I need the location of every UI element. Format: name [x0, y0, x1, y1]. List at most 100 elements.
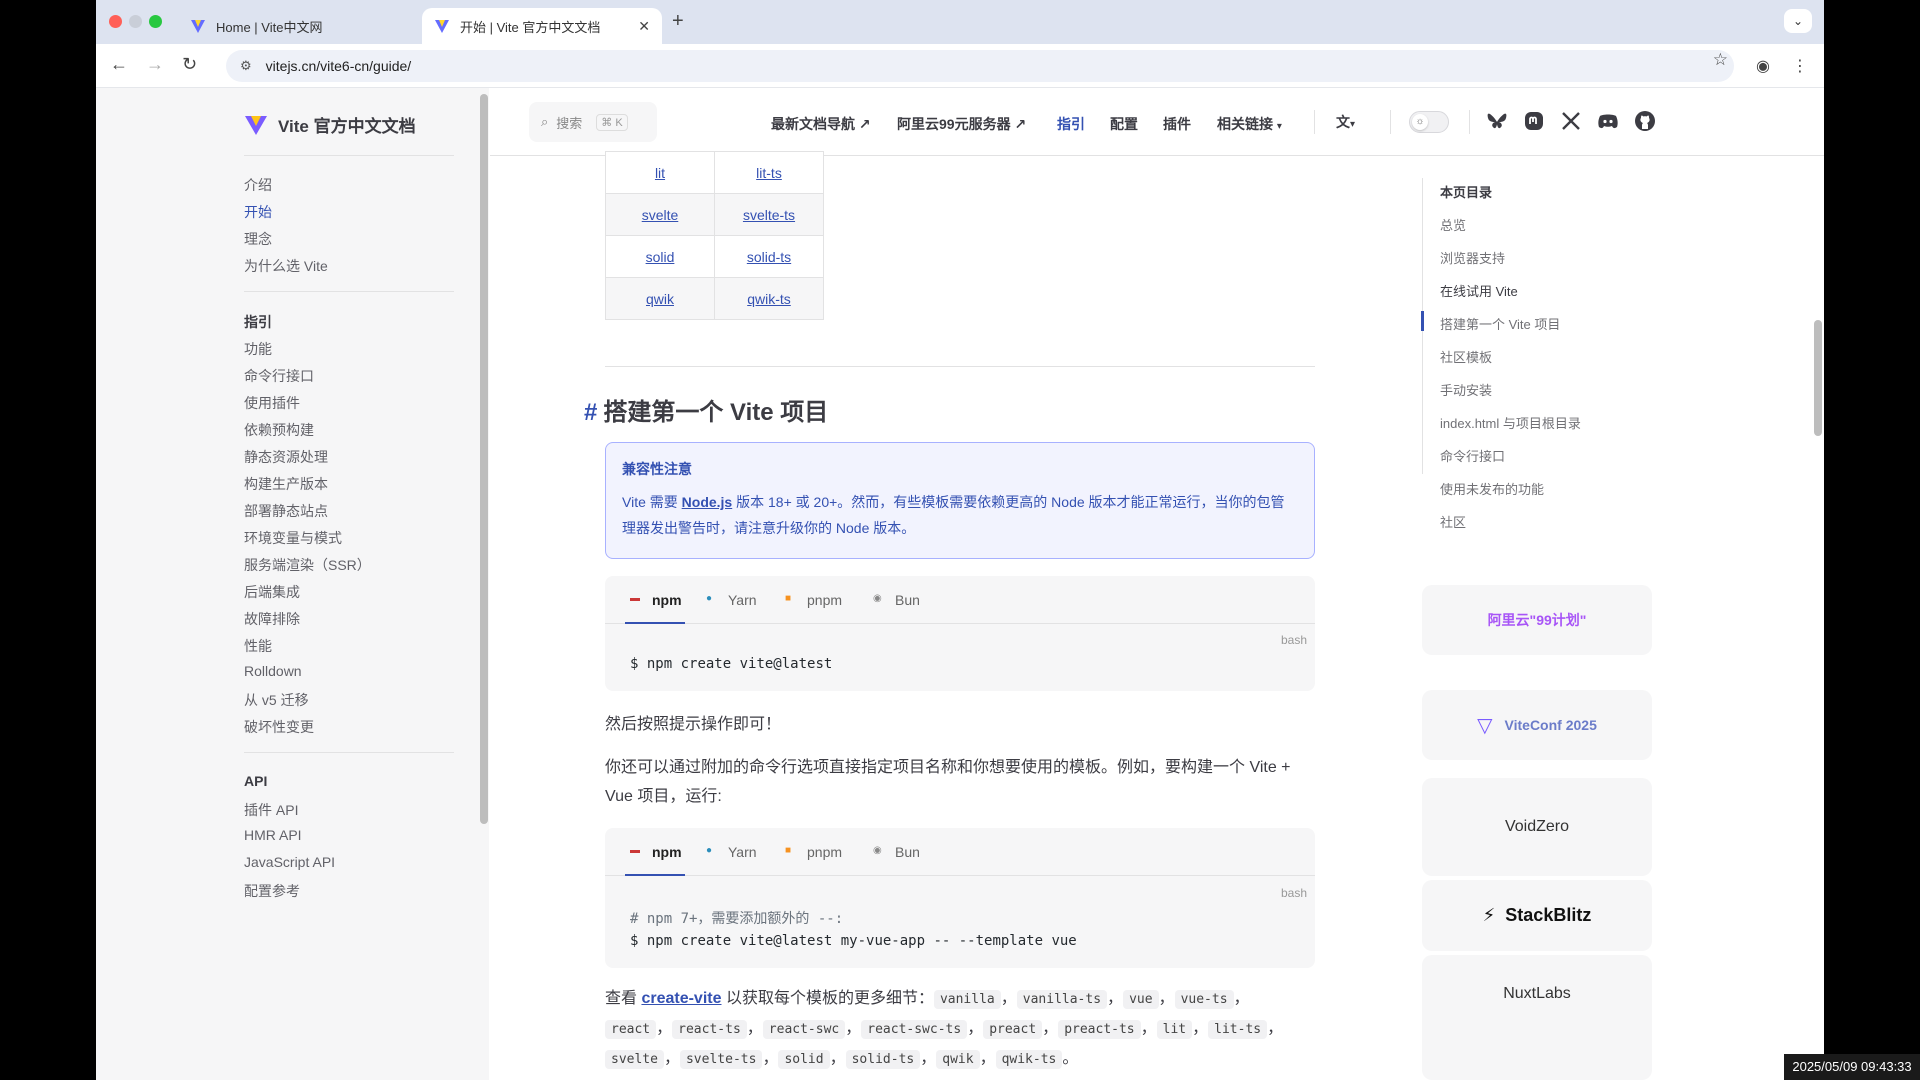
tip-body: Vite 需要 Node.js 版本 18+ 或 20+。然而，有些模板需要依赖… — [622, 489, 1298, 541]
sidebar-item-build[interactable]: 构建生产版本 — [244, 474, 328, 494]
new-tab-icon[interactable]: + — [672, 10, 684, 33]
lightning-icon: ⚡ — [1482, 905, 1496, 925]
maximize-window-button[interactable] — [149, 15, 162, 28]
tab-yarn[interactable]: ● Yarn — [706, 592, 757, 608]
sidebar-item-plugin-api[interactable]: 插件 API — [244, 800, 298, 820]
sponsor-viteconf[interactable]: ▽ ViteConf 2025 — [1422, 690, 1652, 760]
translate-icon[interactable]: 文▾ — [1336, 112, 1355, 132]
sidebar-item-hmr-api[interactable]: HMR API — [244, 827, 302, 843]
tab-npm[interactable]: ▬ npm — [630, 592, 682, 608]
sidebar-item-backend[interactable]: 后端集成 — [244, 582, 300, 602]
template-link[interactable]: solid-ts — [747, 249, 791, 265]
sidebar-item-migration[interactable]: 从 v5 迁移 — [244, 690, 309, 710]
outline-item[interactable]: 搭建第一个 Vite 项目 — [1440, 314, 1560, 333]
template-code: react-swc-ts — [861, 1020, 968, 1039]
sidebar-item-intro[interactable]: 介绍 — [244, 175, 272, 195]
close-tab-icon[interactable]: ✕ — [638, 18, 650, 35]
sidebar-item-start[interactable]: 开始 — [244, 202, 272, 222]
outline-item[interactable]: 总览 — [1440, 215, 1466, 234]
menu-kebab-icon[interactable]: ⋮ — [1792, 56, 1808, 76]
outline-item[interactable]: 浏览器支持 — [1440, 248, 1505, 267]
minimize-window-button[interactable] — [129, 15, 142, 28]
anchor-hash[interactable]: # — [584, 399, 597, 426]
create-vite-link[interactable]: create-vite — [641, 990, 721, 1007]
sidebar-item-config[interactable]: 配置参考 — [244, 881, 300, 901]
outline-item[interactable]: index.html 与项目根目录 — [1440, 413, 1581, 432]
sidebar-scrollbar[interactable] — [480, 94, 488, 824]
nav-config[interactable]: 配置 — [1110, 114, 1138, 134]
site-title: Vite 官方中文文档 — [278, 117, 416, 136]
sponsor-aliyun[interactable]: 阿里云"99计划" — [1422, 585, 1652, 655]
nav-guide[interactable]: 指引 — [1057, 114, 1085, 134]
sidebar-item-philosophy[interactable]: 理念 — [244, 229, 272, 249]
template-link[interactable]: svelte-ts — [743, 207, 795, 223]
tab-npm[interactable]: ▬ npm — [630, 844, 682, 860]
page-scrollbar[interactable] — [1814, 320, 1822, 436]
outline-item[interactable]: 社区模板 — [1440, 347, 1492, 366]
sidebar-item-features[interactable]: 功能 — [244, 339, 272, 359]
code-line[interactable]: $ npm create vite@latest — [630, 656, 832, 672]
close-window-button[interactable] — [109, 15, 122, 28]
outline-item[interactable]: 在线试用 Vite — [1440, 281, 1518, 300]
reload-icon[interactable]: ↻ — [182, 54, 197, 75]
x-icon[interactable] — [1559, 109, 1583, 133]
sidebar-item-why[interactable]: 为什么选 Vite — [244, 256, 328, 276]
mastodon-icon[interactable] — [1522, 109, 1546, 133]
tab-yarn[interactable]: ● Yarn — [706, 844, 757, 860]
profile-icon[interactable]: ◉ — [1756, 56, 1770, 76]
outline-item[interactable]: 使用未发布的功能 — [1440, 479, 1544, 498]
tab-search-icon[interactable]: ⌄ — [1784, 9, 1812, 33]
sidebar-item-js-api[interactable]: JavaScript API — [244, 854, 335, 870]
sidebar-item-cli[interactable]: 命令行接口 — [244, 366, 314, 386]
sidebar-item-static-deploy[interactable]: 部署静态站点 — [244, 501, 328, 521]
template-link[interactable]: solid — [646, 249, 675, 265]
sidebar-item-rolldown[interactable]: Rolldown — [244, 663, 302, 679]
sidebar-item-breaking[interactable]: 破坏性变更 — [244, 717, 314, 737]
nav-related-links[interactable]: 相关链接 ▾ — [1217, 114, 1282, 134]
outline-item[interactable]: 命令行接口 — [1440, 446, 1505, 465]
forward-icon[interactable]: → — [146, 54, 164, 75]
template-link[interactable]: lit-ts — [756, 165, 782, 181]
sidebar-item-plugins[interactable]: 使用插件 — [244, 393, 300, 413]
github-icon[interactable] — [1633, 109, 1657, 133]
sidebar-item-performance[interactable]: 性能 — [244, 636, 272, 656]
address-bar[interactable]: ⚙ vitejs.cn/vite6-cn/guide/ — [226, 50, 1734, 82]
template-link[interactable]: lit — [655, 165, 665, 181]
tab-pnpm[interactable]: ■ pnpm — [785, 844, 842, 860]
code-command: npm create vite@latest — [646, 656, 833, 672]
code-line[interactable]: $ npm create vite@latest my-vue-app -- -… — [630, 933, 1077, 949]
outline-item[interactable]: 手动安装 — [1440, 380, 1492, 399]
sidebar-item-dep-prebundle[interactable]: 依赖预构建 — [244, 420, 314, 440]
table-row: lit lit-ts — [605, 151, 824, 194]
sidebar-item-troubleshoot[interactable]: 故障排除 — [244, 609, 300, 629]
site-info-icon[interactable]: ⚙ — [240, 58, 252, 74]
tab-bun[interactable]: ◉ Bun — [873, 844, 920, 860]
nav-separator — [1390, 110, 1391, 134]
sidebar-item-ssr[interactable]: 服务端渲染（SSR） — [244, 555, 371, 575]
sidebar-item-env[interactable]: 环境变量与模式 — [244, 528, 342, 548]
tab-pnpm[interactable]: ■ pnpm — [785, 592, 842, 608]
back-icon[interactable]: ← — [110, 54, 128, 75]
outline-item[interactable]: 社区 — [1440, 512, 1466, 531]
template-link[interactable]: qwik — [646, 291, 674, 307]
sponsor-nuxtlabs[interactable]: NuxtLabs — [1422, 955, 1652, 1080]
template-link[interactable]: qwik-ts — [747, 291, 791, 307]
nav-plugins[interactable]: 插件 — [1163, 114, 1191, 134]
tab-bun[interactable]: ◉ Bun — [873, 592, 920, 608]
template-link[interactable]: svelte — [642, 207, 679, 223]
nav-aliyun[interactable]: 阿里云99元服务器 ↗ — [897, 114, 1026, 134]
sponsor-stackblitz[interactable]: ⚡ StackBlitz — [1422, 880, 1652, 951]
browser-tab-guide[interactable]: 开始 | Vite 官方中文文档 ✕ — [422, 8, 662, 44]
site-logo[interactable]: Vite 官方中文文档 — [244, 112, 416, 137]
bookmark-star-icon[interactable]: ☆ — [1713, 50, 1728, 70]
sponsor-voidzero[interactable]: VoidZero — [1422, 778, 1652, 876]
nav-latest-docs[interactable]: 最新文档导航 ↗ — [771, 114, 871, 134]
theme-toggle[interactable]: ☼ — [1409, 111, 1449, 133]
nodejs-link[interactable]: Node.js — [682, 494, 733, 510]
active-tab-indicator — [625, 622, 685, 624]
discord-icon[interactable] — [1596, 109, 1620, 133]
sidebar-item-assets[interactable]: 静态资源处理 — [244, 447, 328, 467]
table-row: qwik qwik-ts — [605, 277, 824, 320]
bluesky-icon[interactable] — [1485, 109, 1509, 133]
search-button[interactable]: ⌕ 搜索 ⌘ K — [529, 102, 657, 142]
